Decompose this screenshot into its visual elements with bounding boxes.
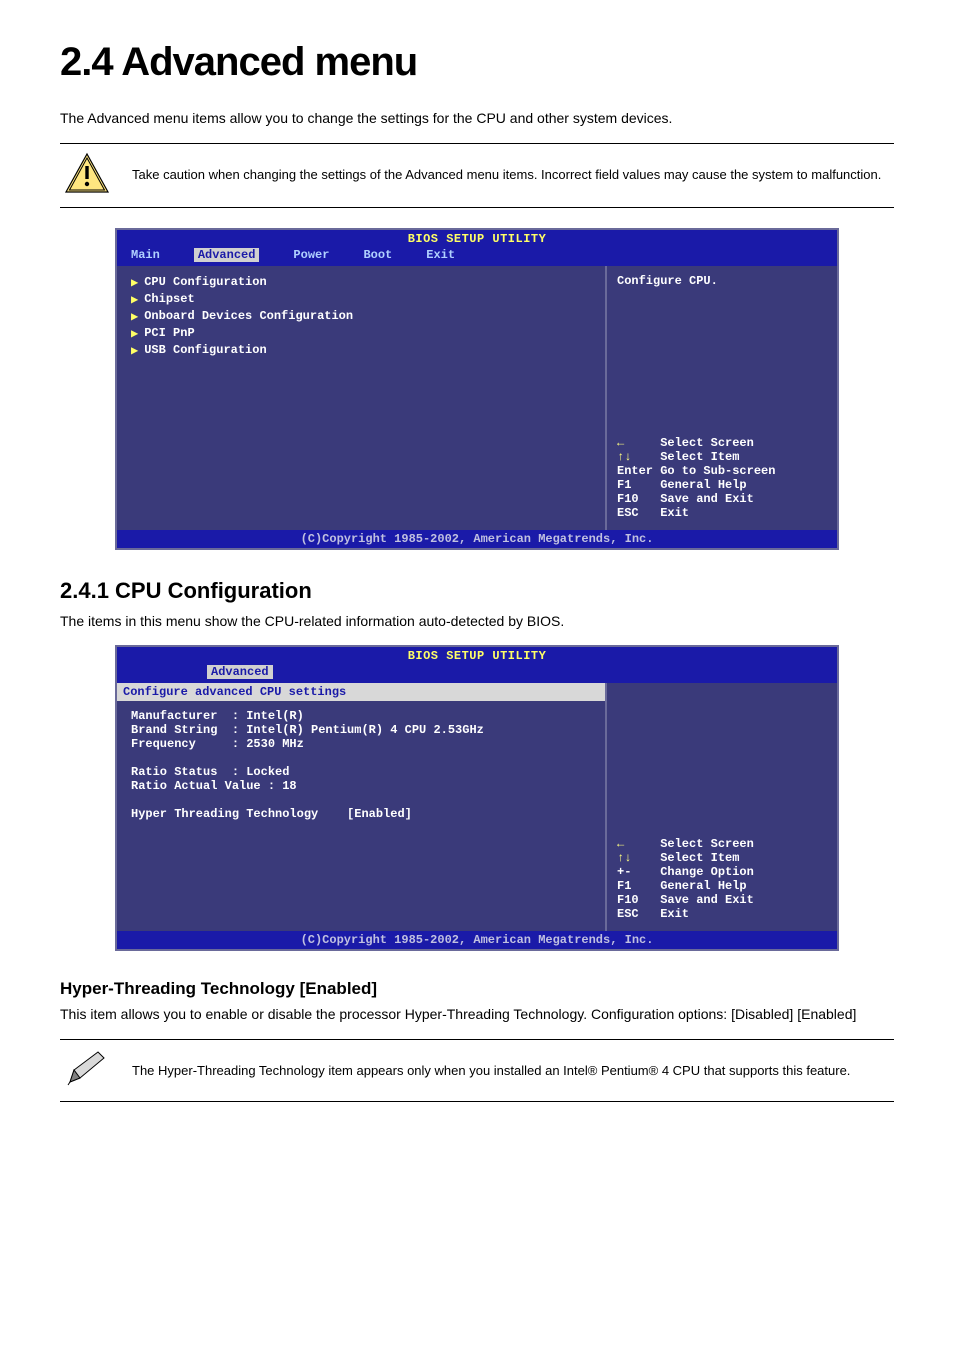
tab-advanced[interactable]: Advanced bbox=[207, 665, 273, 679]
menu-label: USB Configuration bbox=[144, 343, 266, 357]
tab-power[interactable]: Power bbox=[293, 248, 329, 262]
hyper-threading-heading: Hyper-Threading Technology [Enabled] bbox=[60, 979, 894, 999]
note-text: The Hyper-Threading Technology item appe… bbox=[132, 1062, 850, 1080]
ratio-actual-value: Ratio Actual Value : 18 bbox=[131, 779, 591, 793]
menu-item-pci-pnp[interactable]: ▶ PCI PnP bbox=[131, 325, 591, 342]
bios-cpu-pane: Configure advanced CPU settings Manufact… bbox=[117, 683, 607, 931]
nav-line: ESC Exit bbox=[617, 907, 827, 921]
bios-header: BIOS SETUP UTILITY Advanced bbox=[117, 647, 837, 683]
nav-line: Select Screen bbox=[617, 436, 754, 450]
nav-line: Select Item bbox=[617, 851, 739, 865]
pencil-note-icon bbox=[64, 1048, 110, 1093]
nav-help: ← Select Screen ↑↓ Select Item Enter Go … bbox=[617, 436, 827, 520]
nav-line: F1 General Help bbox=[617, 879, 827, 893]
submenu-arrow-icon: ▶ bbox=[131, 343, 138, 358]
cpu-settings-header: Configure advanced CPU settings bbox=[117, 683, 605, 701]
tab-main[interactable]: Main bbox=[131, 248, 160, 262]
bios-menu-list: ▶ CPU Configuration ▶ Chipset ▶ Onboard Dev… bbox=[117, 266, 607, 530]
cpu-manufacturer: Manufacturer : Intel(R) bbox=[131, 709, 591, 723]
arrow-up-down-icon: ↑↓ bbox=[617, 450, 631, 464]
menu-item-onboard-devices[interactable]: ▶ Onboard Devices Configuration bbox=[131, 308, 591, 325]
caution-text: Take caution when changing the settings … bbox=[132, 166, 881, 184]
submenu-arrow-icon: ▶ bbox=[131, 275, 138, 290]
warning-triangle-icon bbox=[64, 152, 110, 199]
submenu-arrow-icon: ▶ bbox=[131, 292, 138, 307]
hyper-threading-option[interactable]: Hyper Threading Technology [Enabled] bbox=[131, 807, 591, 821]
nav-line: Select Screen bbox=[617, 837, 754, 851]
nav-line: F10 Save and Exit bbox=[617, 893, 827, 907]
nav-line: ESC Exit bbox=[617, 506, 827, 520]
cpu-config-heading: 2.4.1 CPU Configuration bbox=[60, 578, 894, 604]
bios-cpu-configuration: BIOS SETUP UTILITY Advanced Configure ad… bbox=[115, 645, 839, 951]
nav-line: F1 General Help bbox=[617, 478, 827, 492]
bios-help-pane: ← Select Screen ↑↓ Select Item +- Change… bbox=[607, 683, 837, 931]
nav-help: ← Select Screen ↑↓ Select Item +- Change… bbox=[617, 837, 827, 921]
help-text: Configure CPU. bbox=[617, 274, 827, 288]
nav-line: Enter Go to Sub-screen bbox=[617, 464, 827, 478]
spacer bbox=[131, 751, 591, 765]
tab-advanced[interactable]: Advanced bbox=[194, 248, 260, 262]
arrow-up-down-icon: ↑↓ bbox=[617, 851, 631, 865]
arrow-left-right-icon: ← bbox=[617, 837, 624, 851]
arrow-left-right-icon: ← bbox=[617, 436, 624, 450]
bios-footer: (C)Copyright 1985-2002, American Megatre… bbox=[117, 530, 837, 548]
nav-line: Select Item bbox=[617, 450, 739, 464]
cpu-config-text: The items in this menu show the CPU-rela… bbox=[60, 612, 894, 632]
caution-block: Take caution when changing the settings … bbox=[60, 143, 894, 208]
bios-tabs: Main Advanced Power Boot Exit bbox=[117, 246, 837, 266]
hyper-threading-text: This item allows you to enable or disabl… bbox=[60, 1005, 894, 1025]
bios-footer: (C)Copyright 1985-2002, American Megatre… bbox=[117, 931, 837, 949]
menu-label: Chipset bbox=[144, 292, 194, 306]
bios-advanced-menu: BIOS SETUP UTILITY Main Advanced Power B… bbox=[115, 228, 839, 550]
intro-text: The Advanced menu items allow you to cha… bbox=[60, 109, 894, 129]
menu-label: CPU Configuration bbox=[144, 275, 266, 289]
note-block: The Hyper-Threading Technology item appe… bbox=[60, 1039, 894, 1102]
submenu-arrow-icon: ▶ bbox=[131, 326, 138, 341]
bios-help-pane: Configure CPU. ← Select Screen ↑↓ Select… bbox=[607, 266, 837, 530]
bios-title: BIOS SETUP UTILITY bbox=[117, 232, 837, 246]
page-title: 2.4 Advanced menu bbox=[60, 40, 894, 85]
menu-item-usb-configuration[interactable]: ▶ USB Configuration bbox=[131, 342, 591, 359]
menu-label: PCI PnP bbox=[144, 326, 194, 340]
bios-tabs: Advanced bbox=[117, 663, 837, 683]
spacer bbox=[131, 793, 591, 807]
submenu-arrow-icon: ▶ bbox=[131, 309, 138, 324]
menu-label: Onboard Devices Configuration bbox=[144, 309, 353, 323]
ratio-status: Ratio Status : Locked bbox=[131, 765, 591, 779]
nav-line: +- Change Option bbox=[617, 865, 827, 879]
tab-exit[interactable]: Exit bbox=[426, 248, 455, 262]
bios-title: BIOS SETUP UTILITY bbox=[117, 649, 837, 663]
cpu-frequency: Frequency : 2530 MHz bbox=[131, 737, 591, 751]
nav-line: F10 Save and Exit bbox=[617, 492, 827, 506]
cpu-brand-string: Brand String : Intel(R) Pentium(R) 4 CPU… bbox=[131, 723, 591, 737]
tab-boot[interactable]: Boot bbox=[363, 248, 392, 262]
menu-item-cpu-configuration[interactable]: ▶ CPU Configuration bbox=[131, 274, 591, 291]
menu-item-chipset[interactable]: ▶ Chipset bbox=[131, 291, 591, 308]
bios-header: BIOS SETUP UTILITY Main Advanced Power B… bbox=[117, 230, 837, 266]
